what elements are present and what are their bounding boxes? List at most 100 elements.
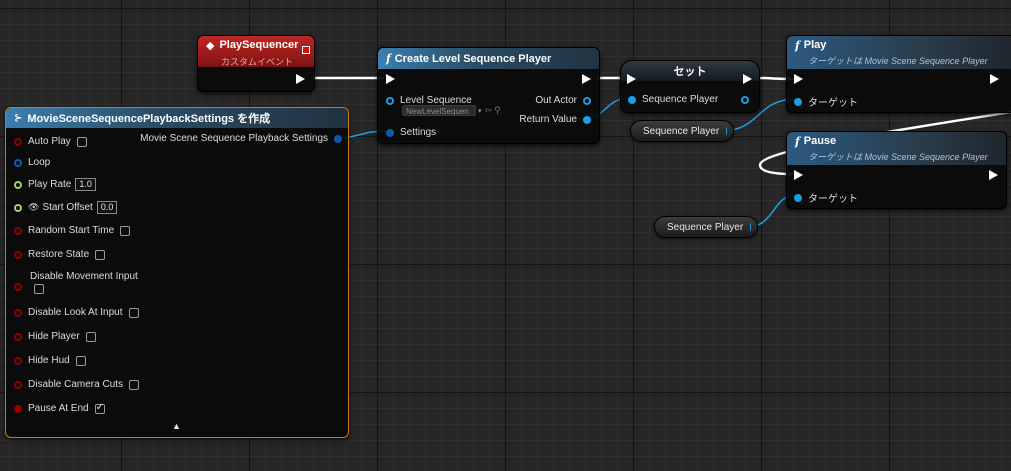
pause-target-label: ターゲット (808, 194, 858, 205)
pause-target-row: ターゲット (794, 190, 858, 205)
collapse-arrow-icon[interactable]: ▲ (172, 421, 181, 431)
function-icon: f (795, 135, 800, 148)
disable-camera-cuts-checkbox[interactable] (129, 379, 140, 390)
level-sequence-combo[interactable]: NewLevelSequen (402, 105, 476, 116)
restore-state-pin[interactable] (14, 250, 22, 259)
make-output-pin[interactable] (334, 134, 342, 143)
custom-event-node[interactable]: ◆ PlaySequencer カスタムイベント (197, 35, 315, 92)
disable-look-at-input-pin[interactable] (14, 308, 22, 317)
random-start-time-checkbox[interactable] (120, 225, 131, 236)
loop-pin[interactable] (14, 158, 22, 167)
sequence-player-getter-2[interactable]: Sequence Player (654, 216, 758, 238)
create-exec-in-pin[interactable] (386, 74, 395, 84)
disable-movement-input-checkbox[interactable] (34, 284, 44, 294)
settings-row: Settings (386, 127, 436, 138)
play-rate-pin[interactable] (14, 180, 22, 189)
set-sequence-player-out-pin[interactable] (741, 96, 749, 104)
disable-camera-cuts-row: Disable Camera Cuts (14, 379, 140, 390)
play-rate-label: Play Rate (28, 179, 72, 190)
event-delegate-pin[interactable] (302, 46, 310, 54)
sequence-player-getter-label: Sequence Player (667, 221, 744, 233)
make-playback-settings-node[interactable]: ⊱ MovieSceneSequencePlaybackSettings を作成… (5, 107, 349, 438)
play-target-pin[interactable] (794, 97, 802, 106)
create-node-header: f Create Level Sequence Player (378, 48, 599, 69)
hide-player-checkbox[interactable] (85, 331, 96, 342)
hide-hud-label: Hide Hud (28, 355, 70, 366)
set-sequence-player-node[interactable]: セット Sequence Player (620, 60, 760, 113)
make-output-label: Movie Scene Sequence Playback Settings (140, 133, 328, 144)
level-sequence-pin[interactable] (386, 96, 394, 105)
return-value-row: Return Value (519, 114, 591, 125)
start-offset-input[interactable]: 0.0 (96, 201, 118, 214)
getter-1-out-pin[interactable] (726, 127, 727, 135)
function-icon: f (795, 39, 800, 52)
hide-hud-pin[interactable] (14, 356, 22, 365)
eye-icon: 👁 (28, 202, 40, 212)
play-node-title: Play (803, 39, 827, 51)
loop-row: Loop (14, 157, 50, 168)
set-exec-out-pin[interactable] (743, 74, 752, 84)
hide-player-pin[interactable] (14, 332, 22, 341)
set-node-title: セット (673, 66, 707, 78)
out-actor-pin[interactable] (583, 96, 591, 105)
play-target-label: ターゲット (808, 98, 858, 109)
hide-hud-checkbox[interactable] (75, 355, 86, 366)
set-sequence-player-in-pin[interactable] (628, 95, 636, 104)
play-node[interactable]: f Play ターゲットは Movie Scene Sequence Playe… (786, 35, 1011, 113)
settings-pin[interactable] (386, 128, 394, 137)
play-exec-out-pin[interactable] (990, 74, 999, 84)
pause-at-end-checkbox[interactable] (94, 403, 105, 414)
auto-play-row: Auto Play (14, 136, 87, 147)
use-selected-arrow-icon[interactable]: ⇦ (485, 105, 493, 116)
play-exec-in-pin[interactable] (794, 74, 803, 84)
start-offset-row: 👁 Start Offset 0.0 (14, 201, 118, 214)
disable-movement-input-label: Disable Movement Input (30, 271, 138, 282)
sequence-player-getter-label: Sequence Player (643, 125, 720, 137)
play-rate-input[interactable]: 1.0 (75, 178, 96, 191)
random-start-time-pin[interactable] (14, 226, 22, 235)
pause-at-end-pin[interactable] (14, 404, 22, 413)
random-start-time-label: Random Start Time (28, 225, 115, 236)
getter-2-out-pin[interactable] (750, 223, 751, 231)
auto-play-checkbox[interactable] (76, 136, 87, 147)
start-offset-pin[interactable] (14, 203, 22, 212)
pause-at-end-row: Pause At End (14, 403, 105, 414)
event-exec-out-pin[interactable] (296, 74, 305, 84)
disable-camera-cuts-label: Disable Camera Cuts (28, 379, 124, 390)
create-level-sequence-player-node[interactable]: f Create Level Sequence Player Level Seq… (377, 47, 600, 144)
return-value-label: Return Value (519, 114, 577, 125)
return-value-pin[interactable] (583, 115, 591, 124)
disable-look-at-input-label: Disable Look At Input (28, 307, 123, 318)
event-diamond-icon: ◆ (206, 40, 215, 52)
custom-event-subtitle: カスタムイベント (221, 57, 294, 67)
auto-play-pin[interactable] (14, 137, 22, 146)
sequence-player-getter-1[interactable]: Sequence Player (630, 120, 734, 142)
create-exec-out-pin[interactable] (582, 74, 591, 84)
play-target-row: ターゲット (794, 94, 858, 109)
pause-node[interactable]: f Pause ターゲットは Movie Scene Sequence Play… (786, 131, 1007, 209)
disable-movement-input-pin[interactable] (14, 283, 22, 291)
restore-state-label: Restore State (28, 249, 90, 260)
custom-event-title: PlaySequencer (219, 39, 299, 51)
pause-exec-out-pin[interactable] (989, 170, 998, 180)
restore-state-checkbox[interactable] (95, 249, 106, 260)
play-node-subtitle: ターゲットは Movie Scene Sequence Player (808, 56, 988, 66)
function-icon: f (386, 52, 391, 65)
disable-movement-input-row: Disable Movement Input (14, 271, 138, 282)
browse-search-icon[interactable]: ⚲ (494, 105, 501, 116)
pause-target-pin[interactable] (794, 193, 802, 202)
combo-dropdown-icon[interactable]: ▾ (478, 107, 482, 115)
hide-player-row: Hide Player (14, 331, 96, 342)
create-node-title: Create Level Sequence Player (394, 52, 552, 65)
pause-exec-in-pin[interactable] (794, 170, 803, 180)
make-output-row: Movie Scene Sequence Playback Settings (140, 133, 342, 144)
set-node-header: セット (621, 61, 759, 81)
loop-label: Loop (28, 157, 51, 168)
set-sequence-player-label: Sequence Player (642, 94, 719, 105)
set-exec-in-pin[interactable] (627, 74, 636, 84)
disable-camera-cuts-pin[interactable] (14, 380, 22, 389)
set-sequence-player-row: Sequence Player (628, 94, 718, 105)
level-sequence-combo-row: NewLevelSequen ▾ ⇦ ⚲ (402, 105, 501, 116)
disable-look-at-input-checkbox[interactable] (128, 307, 139, 318)
restore-state-row: Restore State (14, 249, 106, 260)
